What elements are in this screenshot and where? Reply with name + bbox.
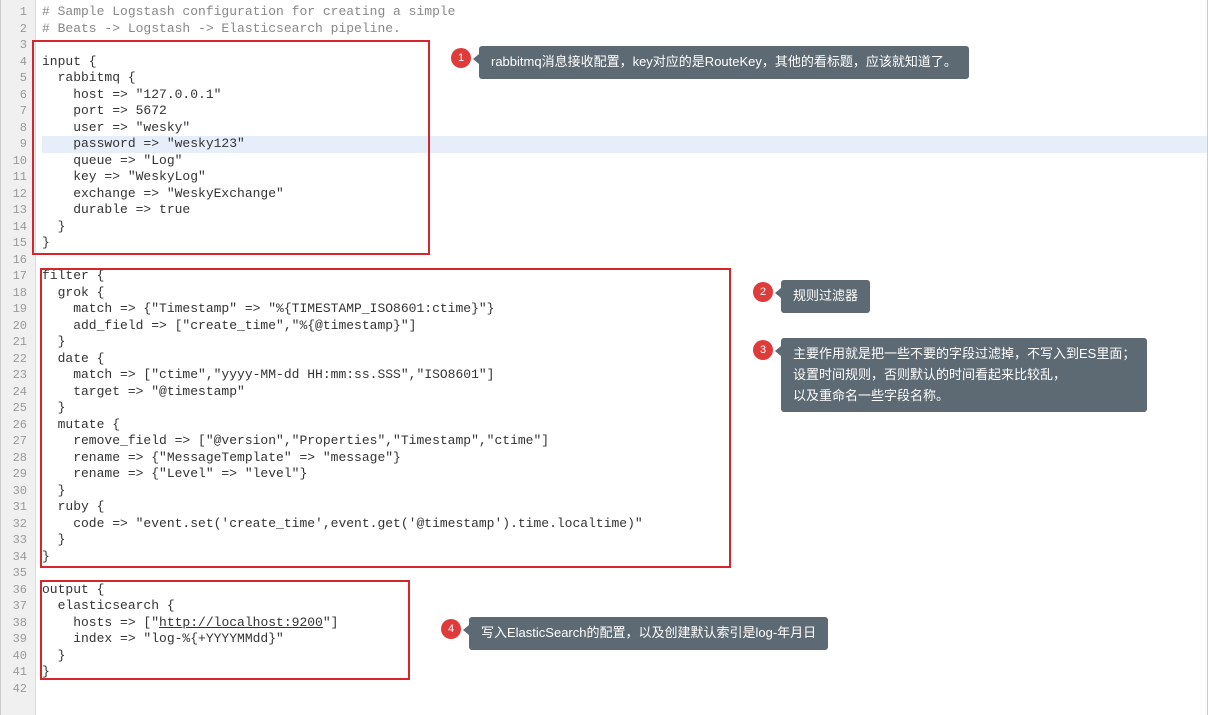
code-line[interactable]: # Beats -> Logstash -> Elasticsearch pip…	[42, 21, 1207, 38]
code-line[interactable]: filter {	[42, 268, 1207, 285]
code-line[interactable]: match => {"Timestamp" => "%{TIMESTAMP_IS…	[42, 301, 1207, 318]
line-number: 17	[1, 268, 35, 285]
annotation-callout: 规则过滤器	[781, 280, 870, 313]
line-number: 26	[1, 417, 35, 434]
line-number: 10	[1, 153, 35, 170]
line-number: 20	[1, 318, 35, 335]
code-line[interactable]: rename => {"Level" => "level"}	[42, 466, 1207, 483]
code-line[interactable]: port => 5672	[42, 103, 1207, 120]
line-number: 39	[1, 631, 35, 648]
annotation-badge: 2	[753, 282, 773, 302]
annotation-badge: 4	[441, 619, 461, 639]
line-number: 35	[1, 565, 35, 582]
code-line[interactable]: remove_field => ["@version","Properties"…	[42, 433, 1207, 450]
code-line[interactable]: elasticsearch {	[42, 598, 1207, 615]
code-line[interactable]: rename => {"MessageTemplate" => "message…	[42, 450, 1207, 467]
line-number: 21	[1, 334, 35, 351]
line-number: 27	[1, 433, 35, 450]
line-number: 41	[1, 664, 35, 681]
line-number: 5	[1, 70, 35, 87]
line-number: 2	[1, 21, 35, 38]
line-number: 37	[1, 598, 35, 615]
code-line[interactable]: mutate {	[42, 417, 1207, 434]
line-number: 24	[1, 384, 35, 401]
code-line[interactable]: }	[42, 549, 1207, 566]
code-line[interactable]: host => "127.0.0.1"	[42, 87, 1207, 104]
code-line[interactable]: add_field => ["create_time","%{@timestam…	[42, 318, 1207, 335]
code-line[interactable]: }	[42, 664, 1207, 681]
code-line[interactable]: grok {	[42, 285, 1207, 302]
code-line[interactable]	[42, 565, 1207, 582]
annotation: 3 主要作用就是把一些不要的字段过滤掉，不写入到ES里面；设置时间规则，否则默认的…	[753, 338, 1147, 412]
annotation: 4 写入ElasticSearch的配置，以及创建默认索引是log-年月日	[441, 617, 828, 650]
code-line[interactable]: exchange => "WeskyExchange"	[42, 186, 1207, 203]
line-number: 25	[1, 400, 35, 417]
code-line[interactable]: ruby {	[42, 499, 1207, 516]
line-number: 3	[1, 37, 35, 54]
code-line[interactable]: # Sample Logstash configuration for crea…	[42, 4, 1207, 21]
line-number: 40	[1, 648, 35, 665]
line-number: 32	[1, 516, 35, 533]
code-line[interactable]: password => "wesky123"	[42, 136, 1207, 153]
annotation-badge: 1	[451, 48, 471, 68]
line-number: 38	[1, 615, 35, 632]
line-number: 34	[1, 549, 35, 566]
line-number: 12	[1, 186, 35, 203]
line-number: 33	[1, 532, 35, 549]
line-number: 23	[1, 367, 35, 384]
line-number: 11	[1, 169, 35, 186]
code-line[interactable]: key => "WeskyLog"	[42, 169, 1207, 186]
code-line[interactable]: queue => "Log"	[42, 153, 1207, 170]
code-line[interactable]	[42, 681, 1207, 698]
line-number: 29	[1, 466, 35, 483]
line-number: 19	[1, 301, 35, 318]
code-line[interactable]: }	[42, 235, 1207, 252]
line-number: 28	[1, 450, 35, 467]
line-number: 1	[1, 4, 35, 21]
code-line[interactable]: }	[42, 219, 1207, 236]
line-number: 36	[1, 582, 35, 599]
annotation-callout: 写入ElasticSearch的配置，以及创建默认索引是log-年月日	[469, 617, 828, 650]
line-number: 18	[1, 285, 35, 302]
code-line[interactable]: code => "event.set('create_time',event.g…	[42, 516, 1207, 533]
annotation-callout: 主要作用就是把一些不要的字段过滤掉，不写入到ES里面；设置时间规则，否则默认的时…	[781, 338, 1147, 412]
code-line[interactable]: }	[42, 648, 1207, 665]
line-number: 31	[1, 499, 35, 516]
line-number: 9	[1, 136, 35, 153]
annotation: 2 规则过滤器	[753, 280, 870, 313]
line-number-gutter: 1234567891011121314151617181920212223242…	[1, 0, 36, 715]
annotation-callout: rabbitmq消息接收配置，key对应的是RouteKey，其他的看标题，应该…	[479, 46, 969, 79]
line-number: 6	[1, 87, 35, 104]
line-number: 7	[1, 103, 35, 120]
line-number: 15	[1, 235, 35, 252]
code-line[interactable]	[42, 252, 1207, 269]
annotation-badge: 3	[753, 340, 773, 360]
code-line[interactable]: durable => true	[42, 202, 1207, 219]
line-number: 30	[1, 483, 35, 500]
line-number: 42	[1, 681, 35, 698]
code-line[interactable]: }	[42, 483, 1207, 500]
line-number: 4	[1, 54, 35, 71]
line-number: 8	[1, 120, 35, 137]
code-line[interactable]: output {	[42, 582, 1207, 599]
line-number: 16	[1, 252, 35, 269]
code-line[interactable]: user => "wesky"	[42, 120, 1207, 137]
line-number: 22	[1, 351, 35, 368]
line-number: 13	[1, 202, 35, 219]
code-line[interactable]: }	[42, 532, 1207, 549]
annotation: 1 rabbitmq消息接收配置，key对应的是RouteKey，其他的看标题，应…	[451, 46, 969, 79]
line-number: 14	[1, 219, 35, 236]
